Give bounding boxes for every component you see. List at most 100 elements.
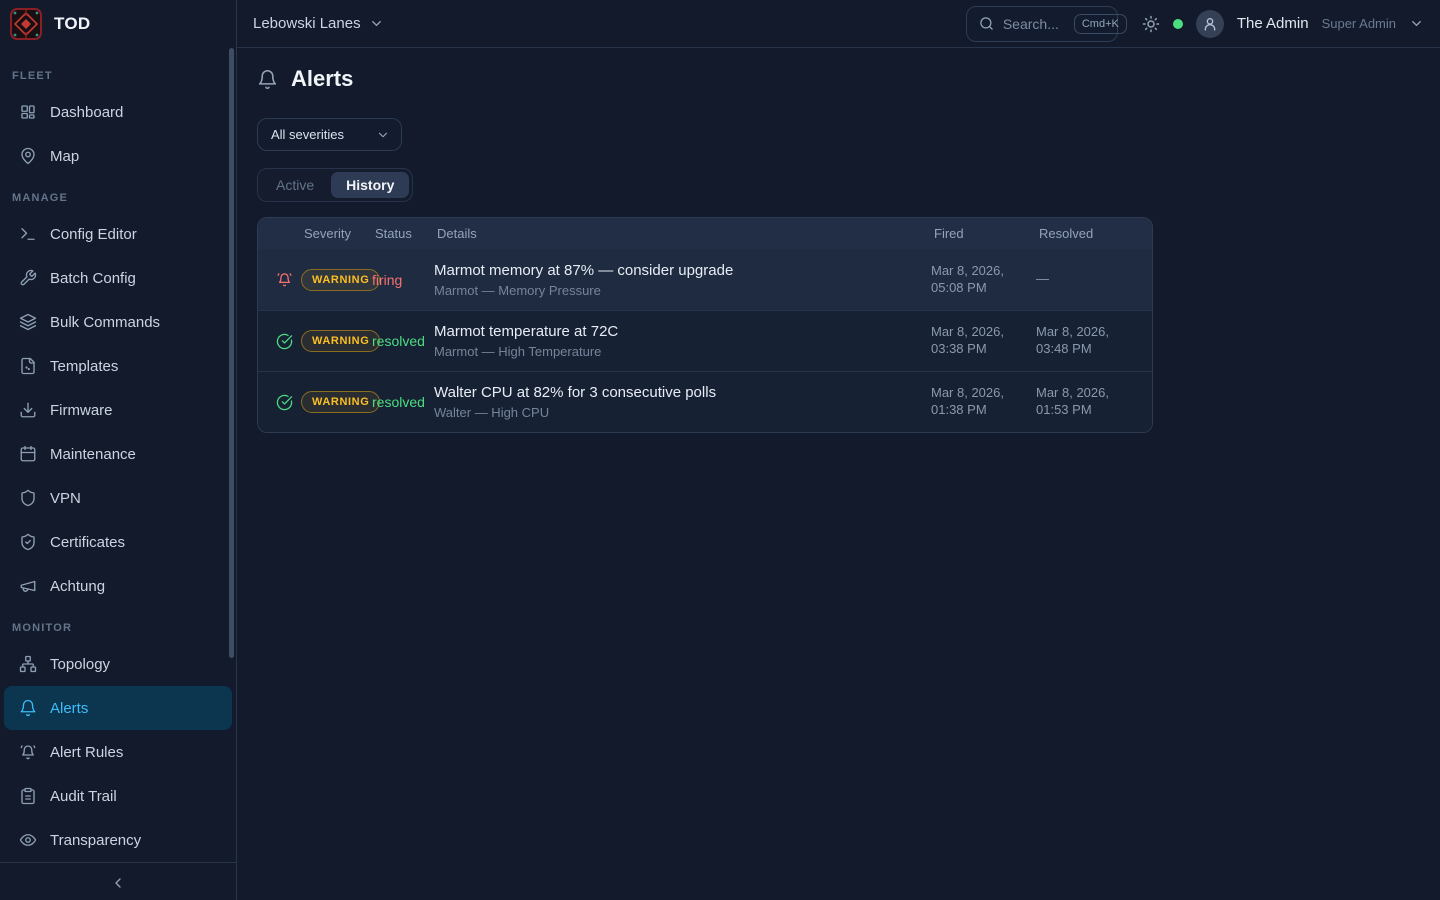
sidebar-item-transparency[interactable]: Transparency [4, 818, 232, 862]
sidebar-item-label: Alert Rules [50, 744, 123, 761]
shield-icon [19, 489, 37, 507]
user-role-badge: Super Admin [1322, 16, 1396, 31]
sidebar-item-maintenance[interactable]: Maintenance [4, 432, 232, 476]
search-input[interactable] [1003, 16, 1065, 32]
search-shortcut-kbd: Cmd+K [1074, 14, 1127, 34]
fired-time: Mar 8, 2026, 03:38 PM [931, 324, 1036, 358]
alert-title: Marmot memory at 87% — consider upgrade [434, 262, 931, 279]
circle-check-icon [276, 333, 301, 350]
bell-ring-icon [19, 743, 37, 761]
sidebar-nav: FLEET Dashboard Map MANAGE Config Editor [0, 48, 236, 862]
sidebar-item-config-editor[interactable]: Config Editor [4, 212, 232, 256]
alert-subtitle: Marmot — Memory Pressure [434, 283, 931, 298]
sidebar-item-audit-trail[interactable]: Audit Trail [4, 774, 232, 818]
section-label-fleet: FLEET [0, 56, 236, 90]
sidebar-item-templates[interactable]: Templates [4, 344, 232, 388]
bell-ring-icon [276, 271, 301, 288]
chevron-down-icon [369, 16, 384, 31]
sidebar-item-batch-config[interactable]: Batch Config [4, 256, 232, 300]
table-row[interactable]: WARNING firing Marmot memory at 87% — co… [258, 249, 1152, 310]
sidebar-item-alerts[interactable]: Alerts [4, 686, 232, 730]
sidebar-item-label: Batch Config [50, 270, 136, 287]
status-text: resolved [372, 394, 434, 410]
main-content: Alerts All severities Active History Sev… [237, 48, 1440, 900]
user-name: The Admin [1237, 15, 1309, 32]
sidebar-scrollbar-thumb[interactable] [229, 48, 234, 658]
sidebar-item-topology[interactable]: Topology [4, 642, 232, 686]
sidebar-item-label: Topology [50, 656, 110, 673]
alert-details: Marmot memory at 87% — consider upgrade … [434, 262, 931, 298]
sidebar-item-alert-rules[interactable]: Alert Rules [4, 730, 232, 774]
table-row[interactable]: WARNING resolved Walter CPU at 82% for 3… [258, 371, 1152, 432]
circle-check-icon [276, 394, 301, 411]
tab-active[interactable]: Active [261, 172, 329, 198]
chevron-down-icon [376, 128, 390, 142]
page-title: Alerts [291, 66, 353, 92]
chevron-left-icon [110, 875, 126, 891]
resolved-time: Mar 8, 2026, 01:53 PM [1036, 385, 1136, 419]
megaphone-icon [19, 577, 37, 595]
bell-icon [19, 699, 37, 717]
fired-time: Mar 8, 2026, 01:38 PM [931, 385, 1036, 419]
sidebar-item-label: Templates [50, 358, 118, 375]
topbar: Lebowski Lanes Cmd+K The Admin Super Adm… [237, 0, 1440, 48]
clipboard-icon [19, 787, 37, 805]
column-header-details: Details [434, 226, 931, 241]
org-name: Lebowski Lanes [253, 15, 361, 32]
layers-icon [19, 313, 37, 331]
terminal-icon [19, 225, 37, 243]
dashboard-icon [19, 103, 37, 121]
sidebar-item-certificates[interactable]: Certificates [4, 520, 232, 564]
shield-check-icon [19, 533, 37, 551]
alert-details: Marmot temperature at 72C Marmot — High … [434, 323, 931, 359]
sidebar-item-label: Map [50, 148, 79, 165]
table-row[interactable]: WARNING resolved Marmot temperature at 7… [258, 310, 1152, 371]
column-header-resolved: Resolved [1036, 226, 1136, 241]
page-header: Alerts [257, 66, 1440, 92]
sidebar-item-map[interactable]: Map [4, 134, 232, 178]
sidebar-item-label: Firmware [50, 402, 113, 419]
sidebar: FLEET Dashboard Map MANAGE Config Editor [0, 48, 237, 900]
alert-subtitle: Walter — High CPU [434, 405, 931, 420]
calendar-icon [19, 445, 37, 463]
sidebar-item-firmware[interactable]: Firmware [4, 388, 232, 432]
severity-filter-value: All severities [271, 127, 344, 142]
table-header: Severity Status Details Fired Resolved [258, 218, 1152, 249]
sidebar-item-label: VPN [50, 490, 81, 507]
bell-icon [257, 69, 278, 90]
sun-icon[interactable] [1142, 15, 1160, 33]
wrench-icon [19, 269, 37, 287]
global-search[interactable]: Cmd+K [966, 6, 1118, 42]
app-name: TOD [54, 14, 90, 34]
resolved-time: Mar 8, 2026, 03:48 PM [1036, 324, 1136, 358]
sidebar-item-achtung[interactable]: Achtung [4, 564, 232, 608]
search-icon [979, 16, 994, 31]
severity-badge: WARNING [301, 391, 380, 413]
section-label-monitor: MONITOR [0, 608, 236, 642]
alert-details: Walter CPU at 82% for 3 consecutive poll… [434, 384, 931, 420]
alert-title: Walter CPU at 82% for 3 consecutive poll… [434, 384, 931, 401]
alert-subtitle: Marmot — High Temperature [434, 344, 931, 359]
fired-time: Mar 8, 2026, 05:08 PM [931, 263, 1036, 297]
severity-badge: WARNING [301, 330, 380, 352]
sidebar-collapse-button[interactable] [0, 862, 236, 900]
column-header-fired: Fired [931, 226, 1036, 241]
sidebar-item-label: Alerts [50, 700, 88, 717]
sidebar-item-dashboard[interactable]: Dashboard [4, 90, 232, 134]
tab-history[interactable]: History [331, 172, 409, 198]
sidebar-item-label: Achtung [50, 578, 105, 595]
sidebar-item-label: Bulk Commands [50, 314, 160, 331]
sidebar-item-label: Maintenance [50, 446, 136, 463]
severity-filter-select[interactable]: All severities [257, 118, 402, 151]
map-pin-icon [19, 147, 37, 165]
topbar-right: The Admin Super Admin [1142, 10, 1424, 38]
severity-badge: WARNING [301, 269, 380, 291]
column-header-severity: Severity [301, 226, 372, 241]
sidebar-item-bulk-commands[interactable]: Bulk Commands [4, 300, 232, 344]
sidebar-item-label: Certificates [50, 534, 125, 551]
user-avatar[interactable] [1196, 10, 1224, 38]
org-switcher[interactable]: Lebowski Lanes [253, 15, 384, 32]
sidebar-item-label: Config Editor [50, 226, 137, 243]
user-menu-chevron-icon[interactable] [1409, 16, 1424, 31]
sidebar-item-vpn[interactable]: VPN [4, 476, 232, 520]
